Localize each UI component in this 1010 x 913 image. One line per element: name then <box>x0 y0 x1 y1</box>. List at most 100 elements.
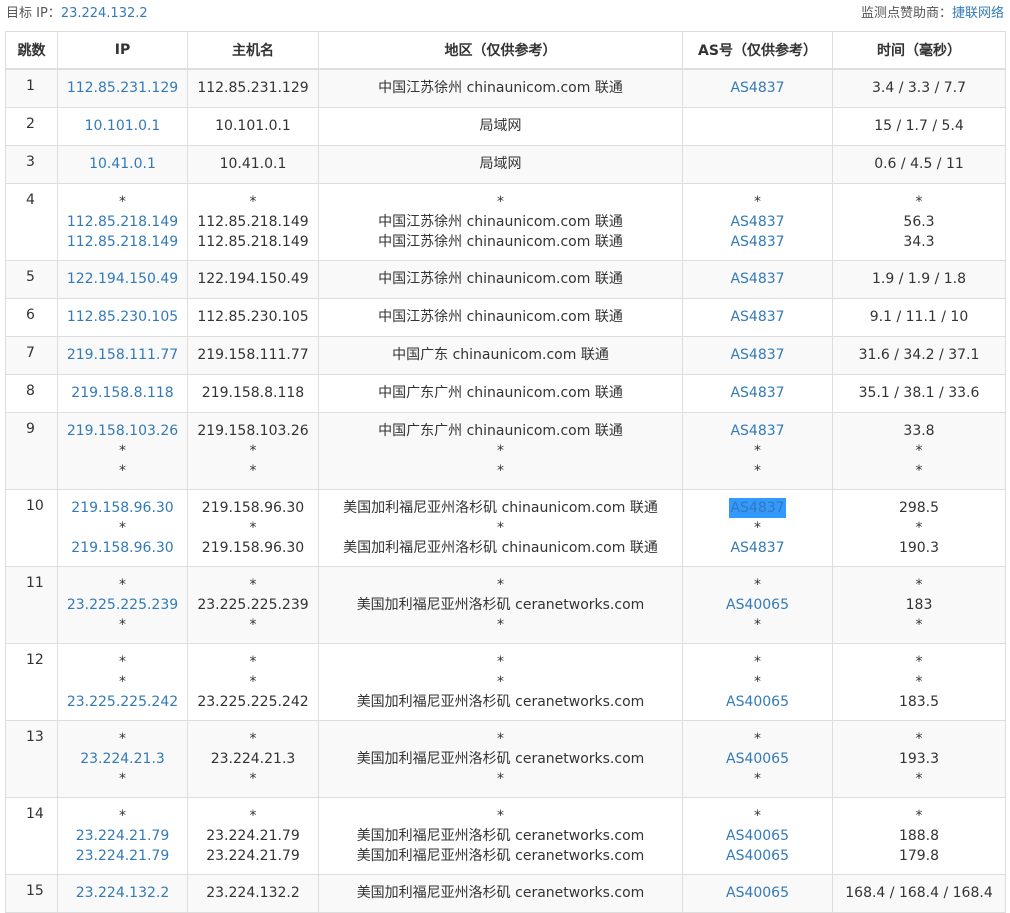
as-cell: * AS4837 AS4837 <box>682 183 833 261</box>
time-cell: * 188.8 179.8 <box>832 797 1006 875</box>
time-value: 298.5 <box>898 500 940 516</box>
timeout-marker: * <box>497 577 504 593</box>
hop-number: 15 <box>5 874 58 913</box>
as-link[interactable]: AS40065 <box>683 846 832 866</box>
time-value: 34.3 <box>903 234 935 250</box>
as-link[interactable]: AS4837 <box>683 212 832 232</box>
ip-link[interactable]: 23.224.132.2 <box>58 883 187 903</box>
ip-link[interactable]: 112.85.230.105 <box>58 307 187 327</box>
table-row: 13 * 23.224.21.3 * * 23.224.21.3 * * 美国加利福尼亚州洛杉矶… <box>5 720 1006 798</box>
timeout-marker: * <box>497 808 504 824</box>
time-value: 190.3 <box>898 540 940 556</box>
as-link[interactable]: AS4837 <box>683 421 832 441</box>
as-link[interactable]: AS40065 <box>683 749 832 769</box>
hop-number: 12 <box>5 643 58 721</box>
timeout-marker: * <box>915 520 923 536</box>
traceroute-table: 跳数 IP 主机名 地区（仅供参考） AS号（仅供参考） 时间（毫秒） 1 112… <box>5 31 1006 913</box>
ip-link[interactable]: 10.101.0.1 <box>58 116 187 136</box>
table-row: 1 112.85.231.129 112.85.231.129 中国江苏徐州 chin… <box>5 68 1006 108</box>
ip-link[interactable]: 23.225.225.242 <box>58 692 187 712</box>
ip-link[interactable]: 112.85.218.149 <box>58 212 187 232</box>
timeout-marker: * <box>249 674 257 690</box>
time-value: 0.6 / 4.5 / 11 <box>874 156 964 172</box>
column-header-hop: 跳数 <box>5 31 58 70</box>
ip-link[interactable]: 23.224.21.79 <box>58 826 187 846</box>
timeout-marker: * <box>915 577 923 593</box>
sponsor-link[interactable]: 捷联网络 <box>952 6 1004 21</box>
ip-link[interactable]: 23.225.225.239 <box>58 595 187 615</box>
timeout-marker: * <box>754 654 761 670</box>
ip-link[interactable]: 219.158.96.30 <box>58 498 187 518</box>
host-cell: 122.194.150.49 <box>187 260 319 299</box>
ip-link[interactable]: 219.158.8.118 <box>58 383 187 403</box>
ip-link[interactable]: 112.85.231.129 <box>58 78 187 98</box>
as-link[interactable]: AS4837 <box>683 538 832 558</box>
host-cell: 10.101.0.1 <box>187 107 319 146</box>
host-cell: * * 23.225.225.242 <box>187 643 319 721</box>
as-link[interactable]: AS4837 <box>683 232 832 252</box>
host-value: 112.85.218.149 <box>197 214 309 230</box>
column-header-ip: IP <box>57 31 188 70</box>
as-link[interactable]: AS4837 <box>683 345 832 365</box>
table-row: 14 * 23.224.21.79 23.224.21.79 * 23.224.21.79… <box>5 797 1006 875</box>
ip-link[interactable]: 219.158.103.26 <box>58 421 187 441</box>
time-value: 183.5 <box>898 694 940 710</box>
as-link[interactable]: AS4837 <box>683 307 832 327</box>
timeout-marker: * <box>754 731 761 747</box>
as-link[interactable]: AS40065 <box>683 595 832 615</box>
timeout-marker: * <box>915 654 923 670</box>
timeout-marker: * <box>249 463 257 479</box>
timeout-marker: * <box>249 771 257 787</box>
as-link[interactable]: AS4837 <box>683 78 832 98</box>
host-value: 10.101.0.1 <box>215 118 291 134</box>
time-cell: 298.5 * 190.3 <box>832 489 1006 567</box>
time-value: 31.6 / 34.2 / 37.1 <box>858 347 980 363</box>
as-link[interactable]: AS4837 <box>683 269 832 289</box>
time-value: 179.8 <box>898 848 940 864</box>
host-value: 219.158.8.118 <box>201 385 305 401</box>
host-cell: * 23.224.21.3 * <box>187 720 319 798</box>
time-value: 35.1 / 38.1 / 33.6 <box>858 385 980 401</box>
ip-link[interactable]: 219.158.96.30 <box>58 538 187 558</box>
as-link[interactable]: AS4837 <box>729 498 786 518</box>
table-row: 7 219.158.111.77 219.158.111.77 中国广东 chinau… <box>5 336 1006 375</box>
ip-cell: * 112.85.218.149 112.85.218.149 <box>57 183 188 261</box>
ip-link[interactable]: 23.224.21.3 <box>58 749 187 769</box>
time-value: 188.8 <box>898 828 940 844</box>
timeout-marker: * <box>119 731 126 747</box>
as-link[interactable]: AS4837 <box>683 383 832 403</box>
ip-link[interactable]: 122.194.150.49 <box>58 269 187 289</box>
region-value: 中国广东广州 chinaunicom.com 联通 <box>378 423 623 439</box>
time-value: 9.1 / 11.1 / 10 <box>869 309 969 325</box>
timeout-marker: * <box>754 617 761 633</box>
timeout-marker: * <box>249 520 257 536</box>
ip-link[interactable]: 112.85.218.149 <box>58 232 187 252</box>
ip-cell: 122.194.150.49 <box>57 260 188 299</box>
region-value: 中国广东 chinaunicom.com 联通 <box>392 347 609 363</box>
region-value: 美国加利福尼亚州洛杉矶 ceranetworks.com <box>356 597 645 613</box>
region-value: 美国加利福尼亚州洛杉矶 ceranetworks.com <box>356 828 645 844</box>
ip-cell: * 23.224.21.79 23.224.21.79 <box>57 797 188 875</box>
ip-cell: 112.85.230.105 <box>57 298 188 337</box>
host-value: 112.85.218.149 <box>197 234 309 250</box>
hop-number: 14 <box>5 797 58 875</box>
region-cell: 局域网 <box>318 107 683 146</box>
hop-number: 11 <box>5 566 58 644</box>
as-link[interactable]: AS40065 <box>683 883 832 903</box>
timeout-marker: * <box>915 674 923 690</box>
timeout-marker: * <box>497 520 504 536</box>
ip-cell: 23.224.132.2 <box>57 874 188 913</box>
host-cell: * 112.85.218.149 112.85.218.149 <box>187 183 319 261</box>
ip-cell: * 23.225.225.239 * <box>57 566 188 644</box>
as-link[interactable]: AS40065 <box>683 826 832 846</box>
host-value: 219.158.96.30 <box>201 500 305 516</box>
as-cell <box>682 107 833 146</box>
as-link[interactable]: AS40065 <box>683 692 832 712</box>
timeout-marker: * <box>249 443 257 459</box>
ip-link[interactable]: 219.158.111.77 <box>58 345 187 365</box>
host-value: 112.85.230.105 <box>197 309 309 325</box>
host-cell: 10.41.0.1 <box>187 145 319 184</box>
target-ip-link[interactable]: 23.224.132.2 <box>61 6 148 21</box>
ip-link[interactable]: 10.41.0.1 <box>58 154 187 174</box>
ip-link[interactable]: 23.224.21.79 <box>58 846 187 866</box>
